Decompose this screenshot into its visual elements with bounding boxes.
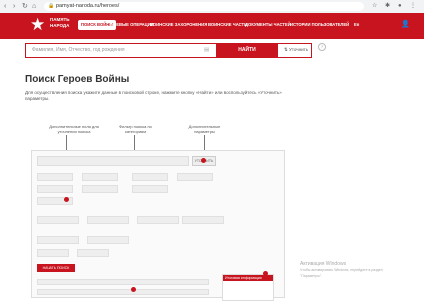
tutorial-search-button: НАЧАТЬ ПОИСК (37, 264, 75, 272)
help-icon[interactable]: ? (318, 43, 326, 51)
star-logo-icon[interactable]: ★ (30, 16, 45, 34)
find-button[interactable]: НАЙТИ (216, 43, 278, 58)
activation-title: Активация Windows (300, 261, 347, 267)
site-header: ★ ПАМЯТЬ НАРОДА ПОИСК ВОЙНЫ БОЕВЫЕ ОПЕРА… (0, 13, 424, 39)
annotation-dot (263, 271, 268, 276)
tutorial-field (137, 216, 179, 224)
annotation-params: Дополнительные параметры (188, 124, 221, 134)
extensions-icon[interactable]: ✱ (385, 2, 390, 11)
nav-item-operations[interactable]: БОЕВЫЕ ОПЕРАЦИИ (110, 20, 154, 30)
tutorial-field (37, 249, 69, 257)
browser-toolbar: ‹ › ↻ ⌂ 🔒 pamyat-naroda.ru/heroes/ ☆ ✱ ●… (0, 0, 424, 14)
menu-icon[interactable]: ⋮ (410, 2, 416, 11)
tutorial-field (87, 236, 129, 244)
tutorial-field (132, 173, 168, 181)
search-bar: Фамилия, Имя, Отчество, год рождения ▤ Н… (25, 43, 312, 58)
tutorial-field (82, 173, 118, 181)
bookmark-icon[interactable]: ☆ (372, 2, 377, 11)
lang-switch[interactable]: En (354, 20, 359, 30)
tutorial-field (82, 185, 118, 193)
annotation-dot (64, 197, 69, 202)
main-nav: ПОИСК ВОЙНЫ БОЕВЫЕ ОПЕРАЦИИ ВОИНСКИЕ ЗАХ… (78, 20, 394, 30)
tutorial-summary-panel: Итоговая информация (222, 274, 274, 301)
logo-line2: НАРОДА (50, 22, 70, 28)
tutorial-field (77, 249, 109, 257)
nav-item-units[interactable]: ВОИНСКИЕ ЧАСТИ (208, 20, 247, 30)
tutorial-field (182, 216, 224, 224)
annotation-fields: Дополнительные поля для уточнения поиска (49, 124, 99, 134)
profile-icon[interactable]: ● (398, 2, 402, 11)
lock-icon: 🔒 (48, 3, 55, 9)
site-logo[interactable]: ПАМЯТЬ НАРОДА (50, 17, 80, 28)
tutorial-field (37, 185, 73, 193)
back-icon[interactable]: ‹ (4, 2, 6, 11)
user-icon[interactable]: 👤 (401, 20, 410, 28)
annotation-filter: Фильтр поиска по категориям (119, 124, 152, 134)
annotation-dot (201, 158, 206, 163)
nav-item-stories[interactable]: ИСТОРИИ ПОЛЬЗОВАТЕЛЕЙ (290, 20, 349, 30)
refine-button[interactable]: ⇅ Уточнить (284, 47, 308, 53)
tutorial-field (37, 236, 79, 244)
tutorial-filter-bar (37, 279, 209, 285)
nav-item-burials[interactable]: ВОИНСКИЕ ЗАХОРОНЕНИЯ (150, 20, 207, 30)
activation-text: Чтобы активировать Windows, перейдите в … (300, 268, 383, 278)
home-icon[interactable]: ⌂ (32, 2, 36, 11)
tutorial-screenshot: УТОЧНИТЬ НАЧАТЬ ПОИСК Итоговая информаци… (31, 150, 285, 301)
address-bar[interactable]: 🔒 pamyat-naroda.ru/heroes/ (44, 2, 364, 11)
document-icon[interactable]: ▤ (204, 47, 209, 53)
refine-label: Уточнить (289, 47, 309, 52)
url-text: pamyat-naroda.ru/heroes/ (56, 3, 120, 9)
windows-activation-notice: Активация Windows Чтобы активировать Win… (300, 261, 400, 279)
reload-icon[interactable]: ↻ (22, 2, 28, 11)
tutorial-result-row (37, 289, 209, 295)
tutorial-field (177, 173, 213, 181)
tutorial-field (87, 216, 129, 224)
page-description: Для осуществления поиска укажите данные … (25, 90, 282, 101)
page-title: Поиск Героев Войны (25, 74, 130, 85)
tutorial-search-field (37, 156, 189, 166)
tutorial-field (37, 216, 79, 224)
forward-icon[interactable]: › (13, 2, 15, 11)
annotation-dot (131, 287, 136, 292)
search-input[interactable]: Фамилия, Имя, Отчество, год рождения (32, 47, 125, 53)
nav-item-documents[interactable]: ДОКУМЕНТЫ ЧАСТЕЙ (245, 20, 291, 30)
tutorial-field (37, 173, 73, 181)
tutorial-field (132, 185, 168, 193)
